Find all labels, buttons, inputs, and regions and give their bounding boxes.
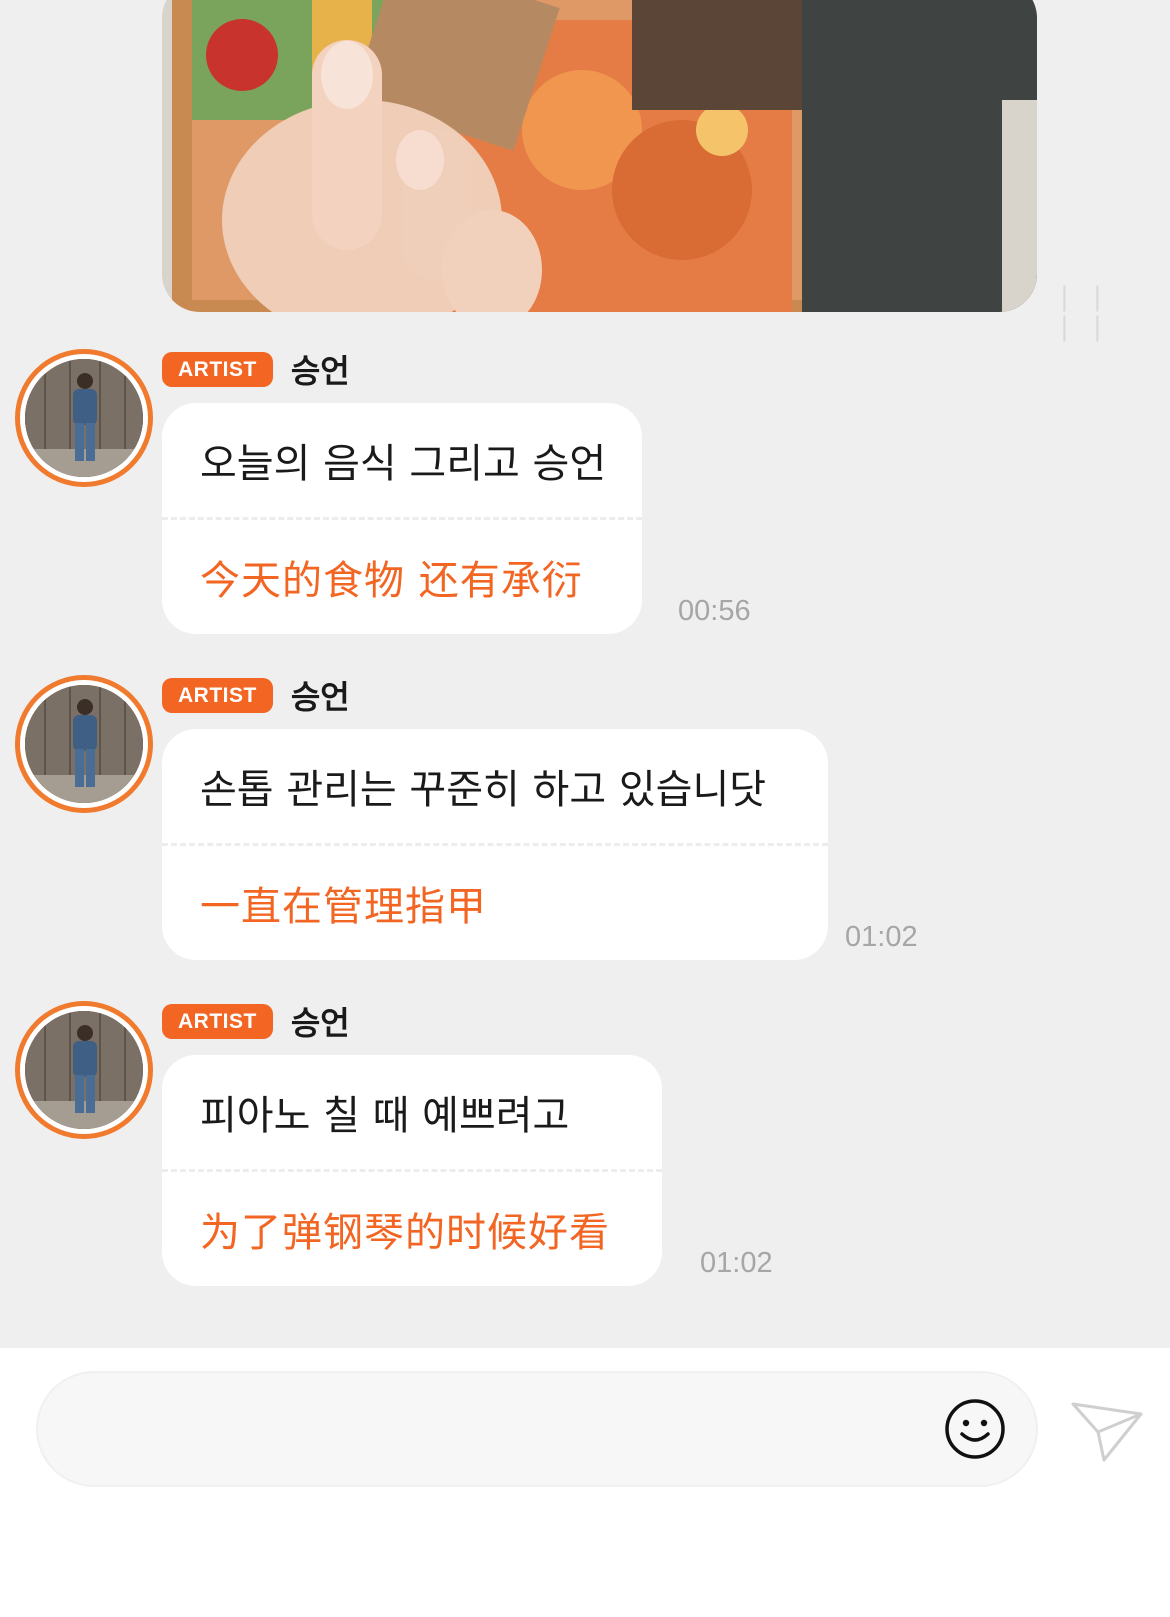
message-timestamp: 00:56 [678,595,751,627]
message-bubble[interactable]: 손톱 관리는 꾸준히 하고 있습니닷 一直在管理指甲 [162,729,828,960]
artist-badge: ARTIST [162,1003,273,1039]
avatar-photo [25,685,143,803]
message-bubble[interactable]: 오늘의 음식 그리고 승언 今天的食物 还有承衍 [162,403,642,634]
avatar[interactable] [15,349,153,487]
paper-plane-icon[interactable] [1070,1398,1144,1464]
photo-timestamp-stub: | | | | [1060,282,1110,342]
artist-badge: ARTIST [162,677,273,713]
message-text-korean: 피아노 칠 때 예쁘려고 [200,1093,570,1139]
message-text-translation: 今天的食物 还有承衍 [200,558,583,604]
food-photo [162,0,1037,312]
message-bubble[interactable]: 피아노 칠 때 예쁘려고 为了弹钢琴的时候好看 [162,1055,662,1286]
chat-area: | | | | ARTIST 승언 오늘의 음식 그리고 승언 今天的食物 还有… [0,0,1170,1348]
message-text-korean: 손톱 관리는 꾸준히 하고 있습니닷 [200,767,767,813]
sender-name[interactable]: 승언 [291,998,350,1044]
sender-name[interactable]: 승언 [291,346,350,392]
sender-row: ARTIST 승언 [162,998,350,1044]
message-input-bar [0,1348,1170,1617]
sender-row: ARTIST 승언 [162,672,350,718]
message-timestamp: 01:02 [700,1247,773,1279]
message-text-translation: 一直在管理指甲 [200,884,487,930]
smiley-face-icon[interactable] [944,1398,1006,1460]
message-text-translation: 为了弹钢琴的时候好看 [200,1210,610,1256]
avatar[interactable] [15,1001,153,1139]
message-text-korean: 오늘의 음식 그리고 승언 [200,441,607,487]
message-timestamp: 01:02 [845,921,918,953]
artist-badge: ARTIST [162,351,273,387]
photo-message[interactable] [162,0,1037,312]
avatar[interactable] [15,675,153,813]
avatar-photo [25,1011,143,1129]
sender-name[interactable]: 승언 [291,672,350,718]
message-input[interactable] [36,1371,1038,1487]
avatar-photo [25,359,143,477]
sender-row: ARTIST 승언 [162,346,350,392]
